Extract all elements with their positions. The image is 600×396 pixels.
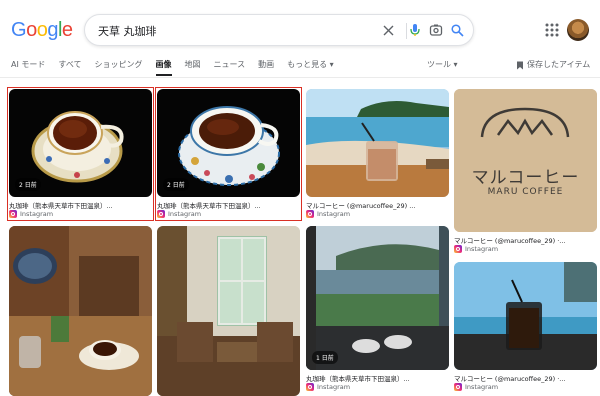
- instagram-icon: [454, 245, 462, 253]
- tools-button[interactable]: ツール ▾: [427, 58, 458, 72]
- source-label: Instagram: [317, 383, 351, 391]
- result-caption[interactable]: 丸珈琲（熊本県天草市下田温泉）...: [157, 200, 300, 210]
- tab-videos[interactable]: 動画: [258, 58, 274, 74]
- sign-subtitle: MARU COFFEE: [487, 187, 564, 197]
- clear-icon[interactable]: [378, 20, 398, 40]
- tab-shopping[interactable]: ショッピング: [95, 58, 143, 74]
- image-result[interactable]: [157, 226, 300, 396]
- result-image: 2 日前: [9, 89, 152, 197]
- instagram-icon: [157, 210, 165, 218]
- tab-all[interactable]: すべて: [58, 58, 81, 74]
- bookmark-icon: [517, 61, 523, 69]
- tab-maps[interactable]: 地図: [185, 58, 201, 74]
- source-label: Instagram: [168, 210, 202, 218]
- result-source[interactable]: Instagram: [306, 210, 350, 218]
- tab-images[interactable]: 画像: [155, 58, 172, 76]
- search-input[interactable]: 天草 丸珈琲: [98, 23, 157, 39]
- avatar[interactable]: [567, 19, 589, 41]
- source-label: Instagram: [465, 383, 499, 391]
- image-result[interactable]: 1 日前 丸珈琲（熊本県天草市下田温泉）... Instagram: [306, 226, 449, 392]
- search-tabs: AI モード すべて ショッピング 画像 地図 ニュース 動画 もっと見る ▾: [11, 58, 347, 76]
- result-image: 2 日前: [157, 89, 300, 197]
- result-image: 1 日前: [306, 226, 449, 370]
- search-box[interactable]: 天草 丸珈琲: [84, 14, 474, 46]
- lens-icon[interactable]: [426, 20, 446, 40]
- search-icon[interactable]: [447, 20, 467, 40]
- image-result[interactable]: マルコーヒー (@marucoffee_29) ·... Instagram: [454, 262, 597, 392]
- tabs-divider: [0, 77, 600, 78]
- result-caption[interactable]: 丸珈琲（熊本県天草市下田温泉）...: [306, 373, 449, 383]
- age-badge: 2 日前: [163, 178, 189, 191]
- result-source[interactable]: Instagram: [9, 210, 53, 218]
- source-label: Instagram: [20, 210, 54, 218]
- result-caption[interactable]: マルコーヒー (@marucoffee_29) ·...: [454, 373, 597, 383]
- age-badge: 1 日前: [312, 351, 338, 364]
- result-caption[interactable]: 丸珈琲（熊本県天草市下田温泉）...: [9, 200, 152, 210]
- instagram-icon: [306, 210, 314, 218]
- mic-icon[interactable]: [405, 20, 425, 40]
- image-result[interactable]: 2 日前 丸珈琲（熊本県天草市下田温泉）... Instagram: [7, 87, 154, 221]
- source-label: Instagram: [465, 245, 499, 253]
- result-source[interactable]: Instagram: [306, 383, 350, 391]
- result-source[interactable]: Instagram: [454, 245, 498, 253]
- age-badge: 2 日前: [15, 178, 41, 191]
- result-caption[interactable]: マルコーヒー (@marucoffee_29) ·...: [454, 235, 597, 245]
- instagram-icon: [9, 210, 17, 218]
- sign-title: マルコーヒー: [471, 168, 580, 188]
- result-source[interactable]: Instagram: [157, 210, 201, 218]
- image-result[interactable]: 2 日前 丸珈琲（熊本県天草市下田温泉）... Instagram: [155, 87, 302, 221]
- instagram-icon: [454, 383, 462, 391]
- image-result[interactable]: [9, 226, 152, 396]
- google-logo[interactable]: Google: [11, 19, 73, 42]
- result-image: [306, 89, 449, 197]
- result-caption[interactable]: マルコーヒー (@marucoffee_29) ...: [306, 200, 449, 210]
- tab-more[interactable]: もっと見る ▾: [287, 58, 334, 74]
- image-result[interactable]: マルコーヒー (@marucoffee_29) ... Instagram: [306, 89, 449, 219]
- result-image: マルコーヒー MARU COFFEE: [454, 89, 597, 232]
- source-label: Instagram: [317, 210, 351, 218]
- image-result[interactable]: マルコーヒー MARU COFFEE マルコーヒー (@marucoffee_2…: [454, 89, 597, 254]
- saved-items-button[interactable]: 保存したアイテム: [516, 58, 590, 72]
- apps-grid-icon[interactable]: [544, 22, 560, 38]
- instagram-icon: [306, 383, 314, 391]
- tab-ai-mode[interactable]: AI モード: [11, 58, 45, 74]
- tab-news[interactable]: ニュース: [214, 58, 246, 74]
- result-image: [9, 226, 152, 396]
- result-image: [157, 226, 300, 396]
- saved-items-label: 保存したアイテム: [527, 60, 591, 69]
- result-image: [454, 262, 597, 370]
- result-source[interactable]: Instagram: [454, 383, 498, 391]
